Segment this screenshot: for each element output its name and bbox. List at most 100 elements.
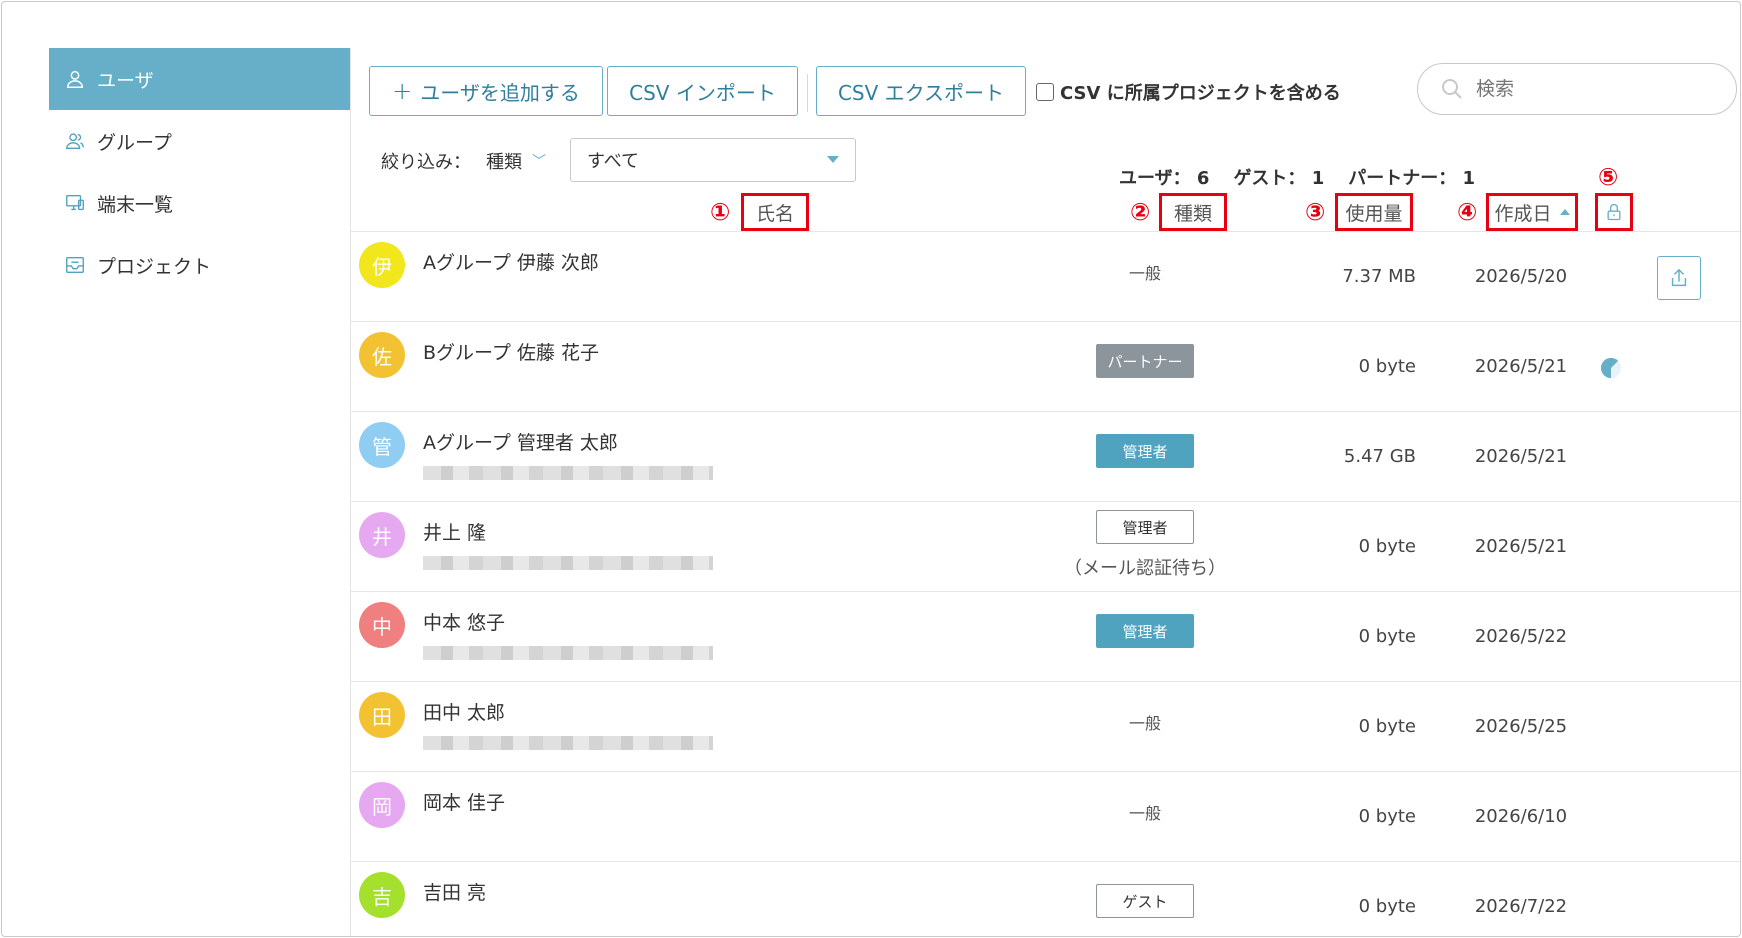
usage-value: 5.47 GB — [1343, 446, 1416, 467]
created-date: 2026/5/21 — [1474, 356, 1568, 377]
table-row[interactable]: 吉吉田 亮 ゲスト 0 byte 2026/7/22 — [351, 861, 1740, 936]
type-badge: パートナー — [1096, 344, 1194, 378]
sidebar-item-label: 端末一覧 — [97, 193, 174, 216]
usage-value: 0 byte — [1358, 896, 1416, 917]
sidebar: ユーザ グループ 端末一覧 プロジェクト — [49, 48, 351, 936]
type-cell: 一般 — [1051, 682, 1239, 734]
usage-value: 0 byte — [1358, 536, 1416, 557]
quota-pie-icon[interactable] — [1600, 357, 1622, 379]
column-header-name[interactable]: 氏名 — [741, 193, 809, 231]
guest-count: ゲスト： 1 — [1233, 168, 1325, 189]
table-row[interactable]: 岡岡本 佳子一般 0 byte 2026/6/10 — [351, 771, 1740, 861]
plus-icon: + — [392, 77, 413, 105]
sidebar-item-label: グループ — [97, 131, 172, 154]
checkbox-box[interactable] — [1036, 83, 1054, 101]
redacted-email — [423, 466, 713, 480]
user-name[interactable]: Bグループ 佐藤 花子 — [423, 338, 599, 365]
search-box[interactable] — [1417, 63, 1737, 115]
type-badge: 一般 — [1128, 714, 1161, 733]
usage-value: 0 byte — [1358, 356, 1416, 377]
usage-value: 0 byte — [1358, 806, 1416, 827]
created-date: 2026/5/20 — [1474, 266, 1568, 287]
add-user-button[interactable]: + ユーザを追加する — [369, 66, 603, 116]
type-badge: 管理者 — [1096, 510, 1194, 544]
type-note: （メール認証待ち） — [1064, 558, 1226, 579]
filter-label: 絞り込み： — [381, 152, 471, 173]
type-cell: 管理者 — [1051, 412, 1239, 468]
created-date: 2026/6/10 — [1474, 806, 1568, 827]
user-counts: ユーザ： 6 ゲスト： 1 パートナー： 1 — [1119, 164, 1475, 190]
type-cell: 一般 — [1051, 772, 1239, 824]
partner-count: パートナー： 1 — [1348, 168, 1476, 189]
include-projects-checkbox[interactable]: CSV に所属プロジェクトを含める — [1036, 78, 1341, 106]
sort-ascending-icon — [1559, 209, 1570, 215]
filter-type-dropdown[interactable]: 種類 ﹀ — [486, 148, 546, 174]
project-icon — [63, 253, 87, 277]
column-header-lock[interactable] — [1595, 193, 1633, 231]
user-name[interactable]: 田中 太郎 — [423, 698, 505, 725]
avatar: 吉 — [359, 872, 405, 918]
search-icon — [1442, 79, 1462, 99]
filter-select[interactable]: すべて — [570, 138, 856, 182]
csv-export-button[interactable]: CSV エクスポート — [816, 66, 1026, 116]
chevron-down-icon: ﹀ — [532, 154, 546, 170]
lock-icon — [1607, 203, 1621, 221]
table-row[interactable]: 佐 Bグループ 佐藤 花子 パートナー 0 byte 2026/5/21 — [351, 321, 1740, 411]
type-badge: 一般 — [1128, 264, 1161, 283]
csv-import-button[interactable]: CSV インポート — [607, 66, 798, 116]
avatar: 伊 — [359, 242, 405, 288]
redacted-email — [423, 646, 713, 660]
user-name[interactable]: 岡本 佳子 — [423, 788, 505, 815]
avatar: 中 — [359, 602, 405, 648]
share-icon — [1671, 268, 1687, 287]
sidebar-item-groups[interactable]: グループ — [49, 110, 350, 172]
marker-2: ② — [1130, 198, 1151, 226]
marker-4: ④ — [1457, 198, 1478, 226]
sidebar-item-devices[interactable]: 端末一覧 — [49, 172, 350, 234]
user-name[interactable]: 井上 隆 — [423, 518, 486, 545]
table-row[interactable]: 井井上 隆 管理者 （メール認証待ち） 0 byte 2026/5/21 — [351, 501, 1740, 591]
table-row[interactable]: 伊 Aグループ 伊藤 次郎一般 7.37 MB 2026/5/20 — [351, 231, 1740, 321]
user-icon — [63, 67, 87, 91]
type-badge: 一般 — [1128, 804, 1161, 823]
avatar: 岡 — [359, 782, 405, 828]
created-date: 2026/5/21 — [1474, 446, 1568, 467]
marker-3: ③ — [1305, 198, 1326, 226]
type-cell: 一般 — [1051, 232, 1239, 284]
created-date: 2026/5/22 — [1474, 626, 1568, 647]
type-cell: パートナー — [1051, 322, 1239, 378]
caret-down-icon — [827, 156, 839, 163]
toolbar-divider — [807, 74, 808, 112]
column-header-created[interactable]: 作成日 — [1486, 193, 1578, 231]
avatar: 佐 — [359, 332, 405, 378]
user-count: ユーザ： 6 — [1119, 168, 1210, 189]
search-input[interactable] — [1476, 78, 1716, 100]
sidebar-item-projects[interactable]: プロジェクト — [49, 234, 350, 296]
usage-value: 7.37 MB — [1342, 266, 1416, 287]
column-header-usage[interactable]: 使用量 — [1335, 193, 1413, 231]
share-button[interactable] — [1657, 256, 1701, 300]
device-icon — [63, 191, 87, 215]
column-header-type[interactable]: 種類 — [1159, 193, 1227, 231]
redacted-email — [423, 556, 713, 570]
app-window: ユーザ グループ 端末一覧 プロジェクト + ユーザを追加する CSV インポー… — [1, 1, 1741, 937]
user-name[interactable]: 吉田 亮 — [423, 878, 486, 905]
user-name[interactable]: Aグループ 伊藤 次郎 — [423, 248, 599, 275]
marker-5: ⑤ — [1598, 163, 1619, 191]
sidebar-item-users[interactable]: ユーザ — [49, 48, 350, 110]
avatar: 田 — [359, 692, 405, 738]
type-badge: 管理者 — [1096, 434, 1194, 468]
table-row[interactable]: 中中本 悠子 管理者 0 byte 2026/5/22 — [351, 591, 1740, 681]
table-row[interactable]: 管 Aグループ 管理者 太郎 管理者 5.47 GB 2026/5/21 — [351, 411, 1740, 501]
table-row[interactable]: 田田中 太郎一般 0 byte 2026/5/25 — [351, 681, 1740, 771]
type-cell: ゲスト — [1051, 862, 1239, 918]
group-icon — [63, 129, 87, 153]
user-name[interactable]: 中本 悠子 — [423, 608, 505, 635]
avatar: 管 — [359, 422, 405, 468]
created-date: 2026/5/25 — [1474, 716, 1568, 737]
user-name[interactable]: Aグループ 管理者 太郎 — [423, 428, 618, 455]
type-cell: 管理者 — [1051, 592, 1239, 648]
sidebar-item-label: ユーザ — [97, 69, 154, 92]
redacted-email — [423, 736, 713, 750]
usage-value: 0 byte — [1358, 716, 1416, 737]
